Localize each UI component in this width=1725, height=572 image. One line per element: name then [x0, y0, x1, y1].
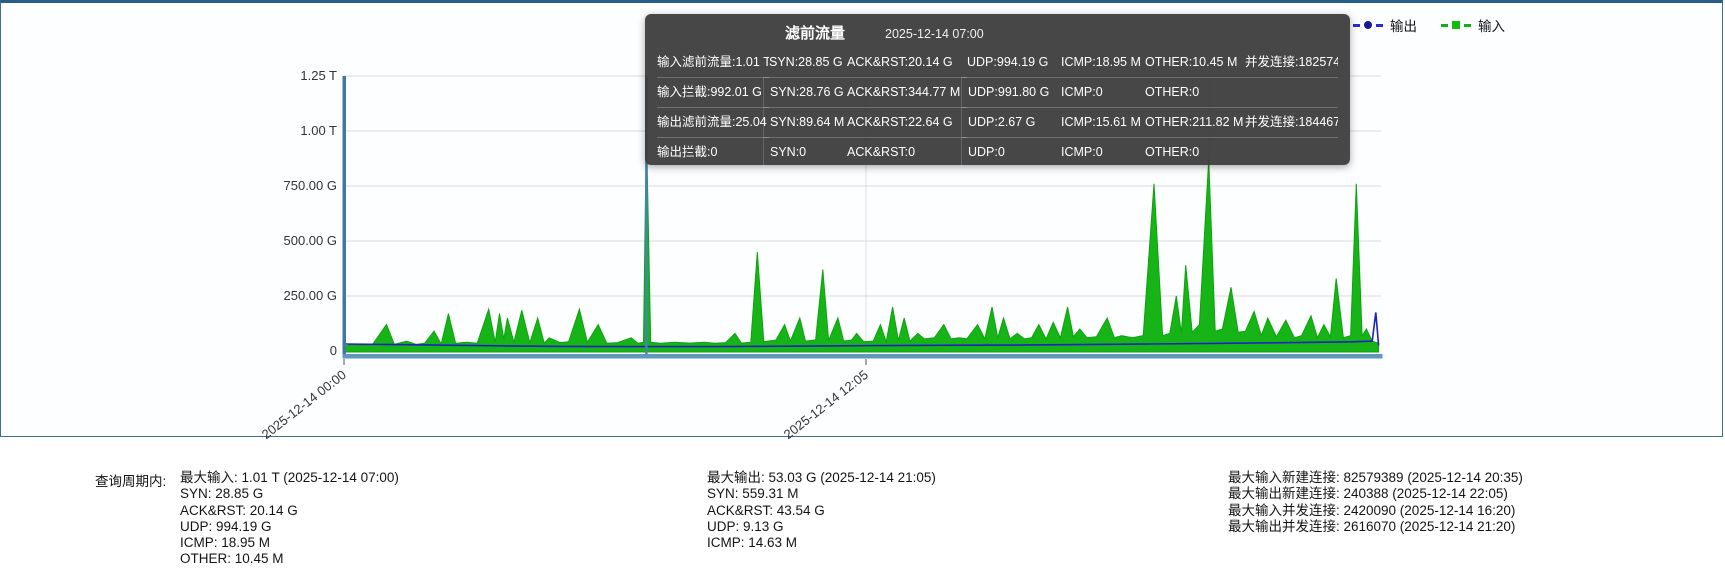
tooltip-table: 输入滤前流量:1.01 T SYN:28.85 G ACK&RST:20.14 G U…	[657, 48, 1338, 167]
legend-item-output[interactable]: 输出	[1353, 15, 1417, 35]
y-tick-label: 1.25 T	[300, 68, 337, 83]
tooltip-cell: ICMP:0	[1061, 77, 1145, 107]
summary-line: SYN: 559.31 M	[707, 486, 799, 502]
tooltip-cell: 并发连接:1825747	[1245, 55, 1338, 69]
tooltip-cell: ACK&RST:0	[847, 137, 967, 167]
summary-line: SYN: 28.85 G	[180, 486, 264, 502]
tooltip-header: 滤前流量 2025-12-14 07:00	[657, 14, 1338, 48]
legend-line-dash	[1441, 23, 1448, 27]
pre-filter-traffic-chart-panel: 1.25 T 1.00 T 750.00 G 500.00 G 250.00 G 0 20…	[0, 0, 1723, 442]
y-axis-line	[342, 76, 346, 354]
tooltip-cell: OTHER:10.45 M	[1145, 55, 1238, 69]
tooltip-cell: SYN:28.76 G	[763, 77, 847, 107]
tooltip-cell: SYN:0	[763, 137, 847, 167]
summary-line: 最大输入新建连接: 82579389 (2025-12-14 20:35)	[1228, 470, 1523, 485]
summary-line: ICMP: 18.95 M	[180, 535, 271, 551]
tooltip-cell: 输入滤前流量:1.01 T	[657, 55, 769, 69]
tooltip-cell: 输出拦截:0	[657, 137, 769, 167]
summary-line: 最大输入并发连接: 2420090 (2025-12-14 16:20)	[1228, 502, 1516, 518]
summary-line: 最大输出并发连接: 2616070 (2025-12-14 21:20)	[1228, 518, 1516, 534]
tooltip-cell: OTHER:0	[1145, 77, 1245, 107]
legend-label: 输入	[1478, 19, 1505, 34]
legend-circle-marker-icon	[1364, 21, 1372, 29]
y-tick-label: 1.00 T	[300, 123, 337, 138]
tooltip-title: 滤前流量	[785, 25, 846, 42]
y-tick-label: 250.00 G	[283, 288, 338, 303]
tooltip-cell: 输入拦截:992.01 G	[657, 77, 769, 107]
x-axis-line	[342, 354, 1383, 359]
summary-line: 最大输入: 1.01 T (2025-12-14 07:00)	[180, 470, 399, 485]
tooltip-cell: OTHER:211.82 M	[1145, 107, 1245, 137]
summary-line: UDP: 994.19 G	[180, 518, 272, 534]
traffic-report-page: 1.25 T 1.00 T 750.00 G 500.00 G 250.00 G 0 20…	[0, 0, 1725, 572]
summary-label: 查询周期内:	[95, 474, 167, 489]
tooltip-cell: UDP:991.80 G	[961, 77, 1061, 107]
summary-line: ACK&RST: 20.14 G	[180, 502, 298, 518]
tooltip-cell: ICMP:15.61 M	[1061, 107, 1145, 137]
tooltip-cell: UDP:0	[961, 137, 1061, 167]
y-tick-label: 0	[329, 343, 337, 358]
summary-max-input-column: 最大输入: 1.01 T (2025-12-14 07:00) SYN: 28.8…	[180, 470, 399, 568]
legend-line-dash	[1464, 23, 1471, 27]
summary-line: ICMP: 14.63 M	[707, 535, 798, 551]
y-tick-label: 500.00 G	[283, 233, 338, 248]
tooltip-cell: ACK&RST:20.14 G	[847, 55, 953, 69]
chart-tooltip: 滤前流量 2025-12-14 07:00 输入滤前流量:1.01 T SYN:2…	[645, 14, 1350, 167]
tooltip-cell	[1245, 77, 1338, 107]
tooltip-cell: ICMP:0	[1061, 137, 1145, 167]
tooltip-cell: SYN:89.64 M	[763, 107, 847, 137]
tooltip-cell	[1245, 137, 1338, 167]
legend-square-marker-icon	[1452, 21, 1460, 29]
chart-legend: 输出 输入	[1353, 15, 1505, 35]
tooltip-cell: ACK&RST:344.77 M	[847, 77, 967, 107]
tooltip-cell: UDP:994.19 G	[967, 55, 1049, 69]
y-tick-label: 750.00 G	[283, 178, 338, 193]
legend-line-dash	[1376, 23, 1383, 27]
tooltip-cell: ICMP:18.95 M	[1061, 55, 1141, 69]
tooltip-cell: 输出滤前流量:25.04 G	[657, 107, 769, 137]
summary-line: ACK&RST: 43.54 G	[707, 502, 825, 518]
tooltip-cell: SYN:28.85 G	[769, 55, 843, 69]
tooltip-timestamp: 2025-12-14 07:00	[885, 27, 984, 41]
summary-line: 最大输出新建连接: 240388 (2025-12-14 22:05)	[1228, 486, 1508, 502]
tooltip-cell: 并发连接:1844673	[1245, 107, 1338, 137]
summary-max-connections-column: 最大输入新建连接: 82579389 (2025-12-14 20:35) 最大输…	[1228, 470, 1523, 535]
legend-item-input[interactable]: 输入	[1441, 15, 1505, 35]
summary-line: UDP: 9.13 G	[707, 518, 784, 534]
legend-label: 输出	[1390, 19, 1417, 34]
tooltip-cell: OTHER:0	[1145, 137, 1245, 167]
summary-line: OTHER: 10.45 M	[180, 551, 284, 567]
summary-max-output-column: 最大输出: 53.03 G (2025-12-14 21:05) SYN: 559…	[707, 470, 936, 551]
summary-line: 最大输出: 53.03 G (2025-12-14 21:05)	[707, 470, 936, 485]
legend-line-dash	[1353, 23, 1360, 27]
tooltip-cell: UDP:2.67 G	[961, 107, 1061, 137]
tooltip-cell: ACK&RST:22.64 G	[847, 107, 967, 137]
